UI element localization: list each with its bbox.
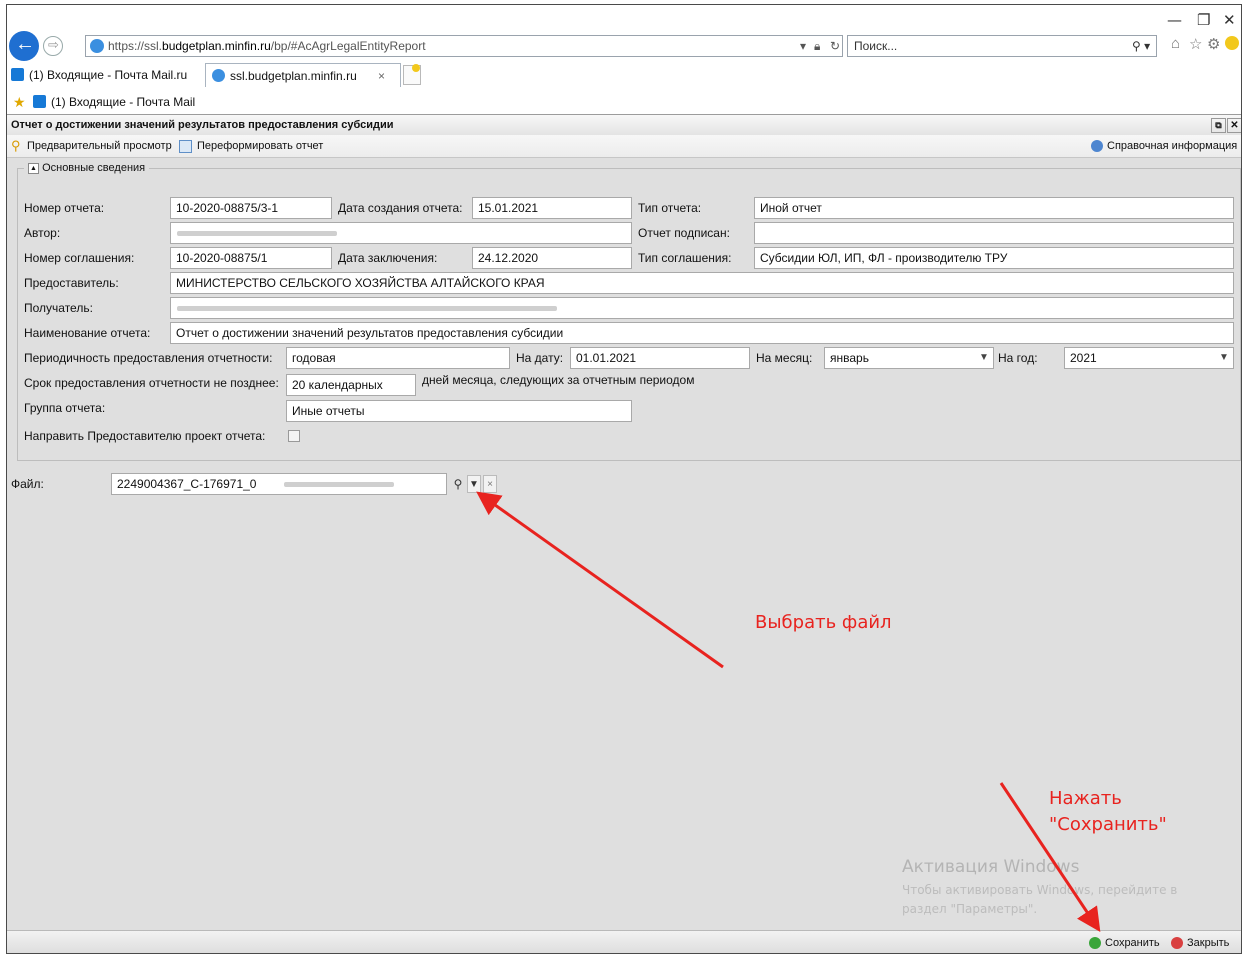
annotation-press-save: Нажать xyxy=(1049,788,1122,809)
annotation-press-save: "Сохранить" xyxy=(1049,814,1167,835)
annotation-arrows xyxy=(476,491,1101,932)
browser-window: — ❐ ✕ ← ⇨ https://ssl.budgetplan.minfin.… xyxy=(6,4,1242,954)
annotation-choose-file: Выбрать файл xyxy=(755,612,892,633)
arrow-to-file-picker xyxy=(476,491,724,669)
